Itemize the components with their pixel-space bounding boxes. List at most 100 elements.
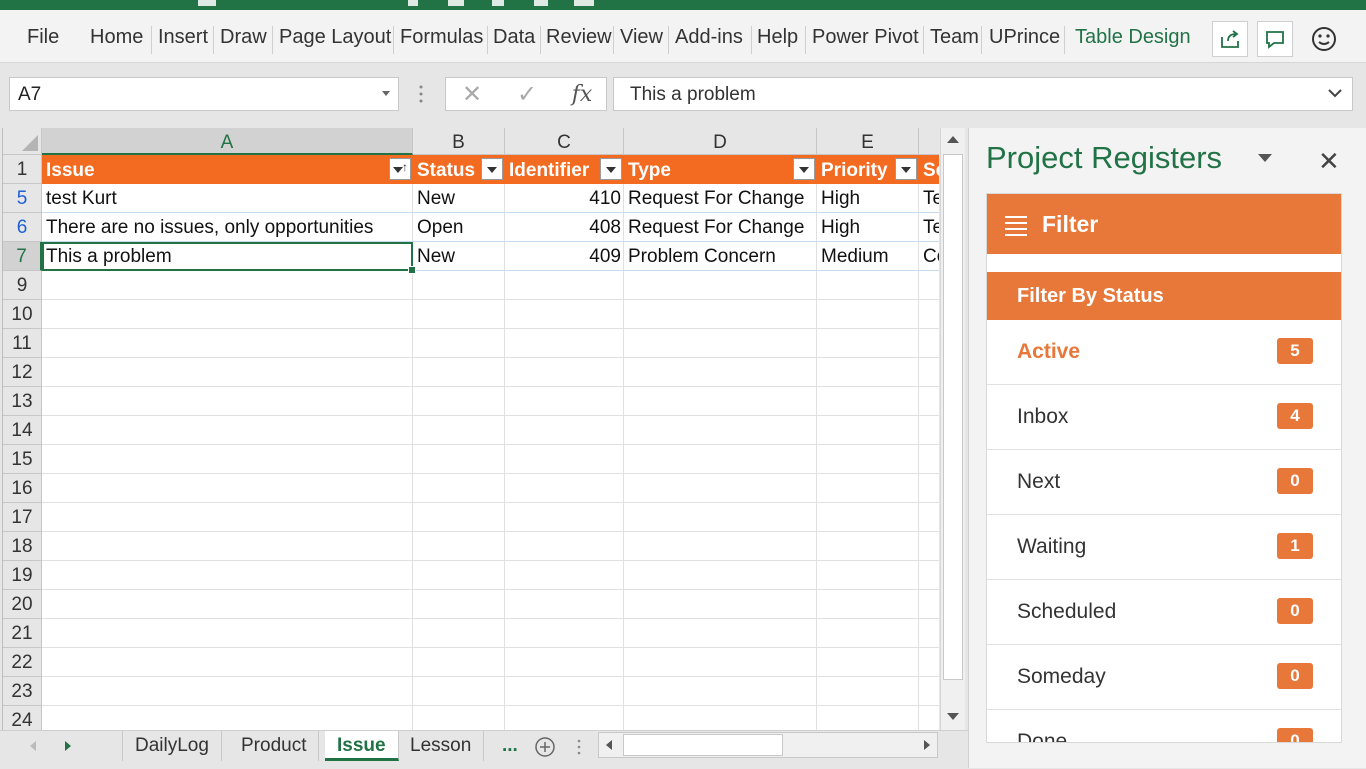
cell-status[interactable]: New <box>413 184 505 212</box>
cell-type[interactable]: Problem Concern <box>624 242 817 270</box>
insert-function-button[interactable]: fx <box>562 81 602 109</box>
tab-home[interactable]: Home <box>90 26 143 49</box>
filter-status-button[interactable] <box>481 158 503 180</box>
next-sheet-icon[interactable] <box>65 741 71 751</box>
sheet-tab-dailylog[interactable]: DailyLog <box>122 731 222 761</box>
filter-item-someday[interactable]: Someday 0 <box>987 645 1341 710</box>
select-all-corner[interactable] <box>3 128 42 155</box>
filter-item-waiting[interactable]: Waiting 1 <box>987 515 1341 580</box>
tab-team[interactable]: Team <box>930 26 979 49</box>
row-header[interactable]: 7 <box>3 242 42 271</box>
filter-identifier-button[interactable] <box>600 158 622 180</box>
more-sheets-button[interactable]: ... <box>490 731 530 761</box>
tab-page-layout[interactable]: Page Layout <box>279 26 391 49</box>
filter-type-button[interactable] <box>793 158 815 180</box>
worksheet-grid[interactable]: A B C D E 1 5 6 7 9 10 11 12 13 14 15 16… <box>2 128 939 730</box>
row-header[interactable]: 23 <box>3 677 42 706</box>
row-header[interactable]: 15 <box>3 445 42 474</box>
cell-identifier[interactable]: 408 <box>505 213 624 241</box>
horizontal-scroll-thumb[interactable] <box>623 734 783 756</box>
filter-priority-button[interactable] <box>895 158 917 180</box>
filter-item-done[interactable]: Done 0 <box>987 710 1341 742</box>
enter-icon[interactable]: ✓ <box>507 81 547 109</box>
header-type[interactable]: Type <box>624 155 817 184</box>
row-header[interactable]: 16 <box>3 474 42 503</box>
formula-bar-splitter[interactable] <box>418 84 424 104</box>
sheet-tab-issue[interactable]: Issue <box>325 731 399 761</box>
column-header-f[interactable] <box>919 128 939 155</box>
column-header-a[interactable]: A <box>42 128 413 155</box>
row-header[interactable]: 10 <box>3 300 42 329</box>
header-issue[interactable]: Issue <box>42 155 413 184</box>
filter-item-next[interactable]: Next 0 <box>987 450 1341 515</box>
close-icon[interactable]: ✕ <box>1318 146 1340 177</box>
cell-type[interactable]: Request For Change <box>624 213 817 241</box>
row-header[interactable]: 5 <box>3 184 42 213</box>
name-box[interactable]: A7 <box>9 77 399 111</box>
cell-status[interactable]: New <box>413 242 505 270</box>
vertical-scrollbar[interactable] <box>940 128 965 730</box>
sheet-tab-product[interactable]: Product <box>229 731 320 761</box>
share-button[interactable] <box>1212 21 1248 57</box>
feedback-button[interactable] <box>1306 21 1342 57</box>
row-header[interactable]: 6 <box>3 213 42 242</box>
filter-item-inbox[interactable]: Inbox 4 <box>987 385 1341 450</box>
vertical-scroll-thumb[interactable] <box>943 154 963 680</box>
tab-uprince[interactable]: UPrince <box>989 26 1060 49</box>
cell-priority[interactable]: High <box>817 184 919 212</box>
row-header[interactable]: 24 <box>3 706 42 730</box>
horizontal-scrollbar[interactable] <box>598 732 938 758</box>
tab-data[interactable]: Data <box>493 26 535 49</box>
scroll-left-icon[interactable] <box>606 740 612 750</box>
prev-sheet-icon[interactable] <box>30 741 36 751</box>
cancel-icon[interactable]: ✕ <box>452 81 492 109</box>
column-header-b[interactable]: B <box>413 128 505 155</box>
row-header[interactable]: 18 <box>3 532 42 561</box>
column-header-e[interactable]: E <box>817 128 919 155</box>
tab-review[interactable]: Review <box>546 26 612 49</box>
expand-formula-icon[interactable] <box>1328 88 1342 98</box>
row-header[interactable]: 14 <box>3 416 42 445</box>
formula-input[interactable]: This a problem <box>613 77 1353 111</box>
header-extra[interactable]: Se <box>919 155 939 184</box>
cell-status[interactable]: Open <box>413 213 505 241</box>
cell-priority[interactable]: Medium <box>817 242 919 270</box>
row-header[interactable]: 12 <box>3 358 42 387</box>
tab-power-pivot[interactable]: Power Pivot <box>812 26 919 49</box>
row-header[interactable]: 1 <box>3 155 42 184</box>
tab-insert[interactable]: Insert <box>158 26 208 49</box>
scroll-down-icon[interactable] <box>947 713 959 720</box>
sheet-tab-lesson[interactable]: Lesson <box>398 731 485 761</box>
column-header-d[interactable]: D <box>624 128 817 155</box>
row-header[interactable]: 21 <box>3 619 42 648</box>
row-header[interactable]: 20 <box>3 590 42 619</box>
tab-formulas[interactable]: Formulas <box>400 26 483 49</box>
tab-file[interactable]: File <box>27 26 59 49</box>
cell-identifier[interactable]: 409 <box>505 242 624 270</box>
scroll-up-icon[interactable] <box>947 136 959 143</box>
cell-extra[interactable]: Te <box>919 213 939 241</box>
filter-item-active[interactable]: Active 5 <box>987 320 1341 385</box>
comments-button[interactable] <box>1257 21 1293 57</box>
scroll-right-icon[interactable] <box>924 740 930 750</box>
row-header[interactable]: 13 <box>3 387 42 416</box>
sort-filter-issue-button[interactable]: ↑ <box>389 158 411 180</box>
menu-icon[interactable] <box>1005 216 1027 240</box>
pane-options-icon[interactable] <box>1258 154 1272 162</box>
cell-priority[interactable]: High <box>817 213 919 241</box>
cell-extra[interactable]: Te <box>919 184 939 212</box>
row-header[interactable]: 19 <box>3 561 42 590</box>
row-header[interactable]: 11 <box>3 329 42 358</box>
cell-extra[interactable]: Co <box>919 242 939 270</box>
cell-identifier[interactable]: 410 <box>505 184 624 212</box>
row-header[interactable]: 9 <box>3 271 42 300</box>
tab-table-design[interactable]: Table Design <box>1075 26 1191 49</box>
cell-issue[interactable]: test Kurt <box>42 184 413 212</box>
tab-draw[interactable]: Draw <box>220 26 267 49</box>
column-header-c[interactable]: C <box>505 128 624 155</box>
row-header[interactable]: 17 <box>3 503 42 532</box>
cell-issue[interactable]: There are no issues, only opportunities <box>42 213 413 241</box>
tab-help[interactable]: Help <box>757 26 798 49</box>
tab-add-ins[interactable]: Add-ins <box>675 26 743 49</box>
name-box-dropdown-icon[interactable] <box>382 91 390 96</box>
